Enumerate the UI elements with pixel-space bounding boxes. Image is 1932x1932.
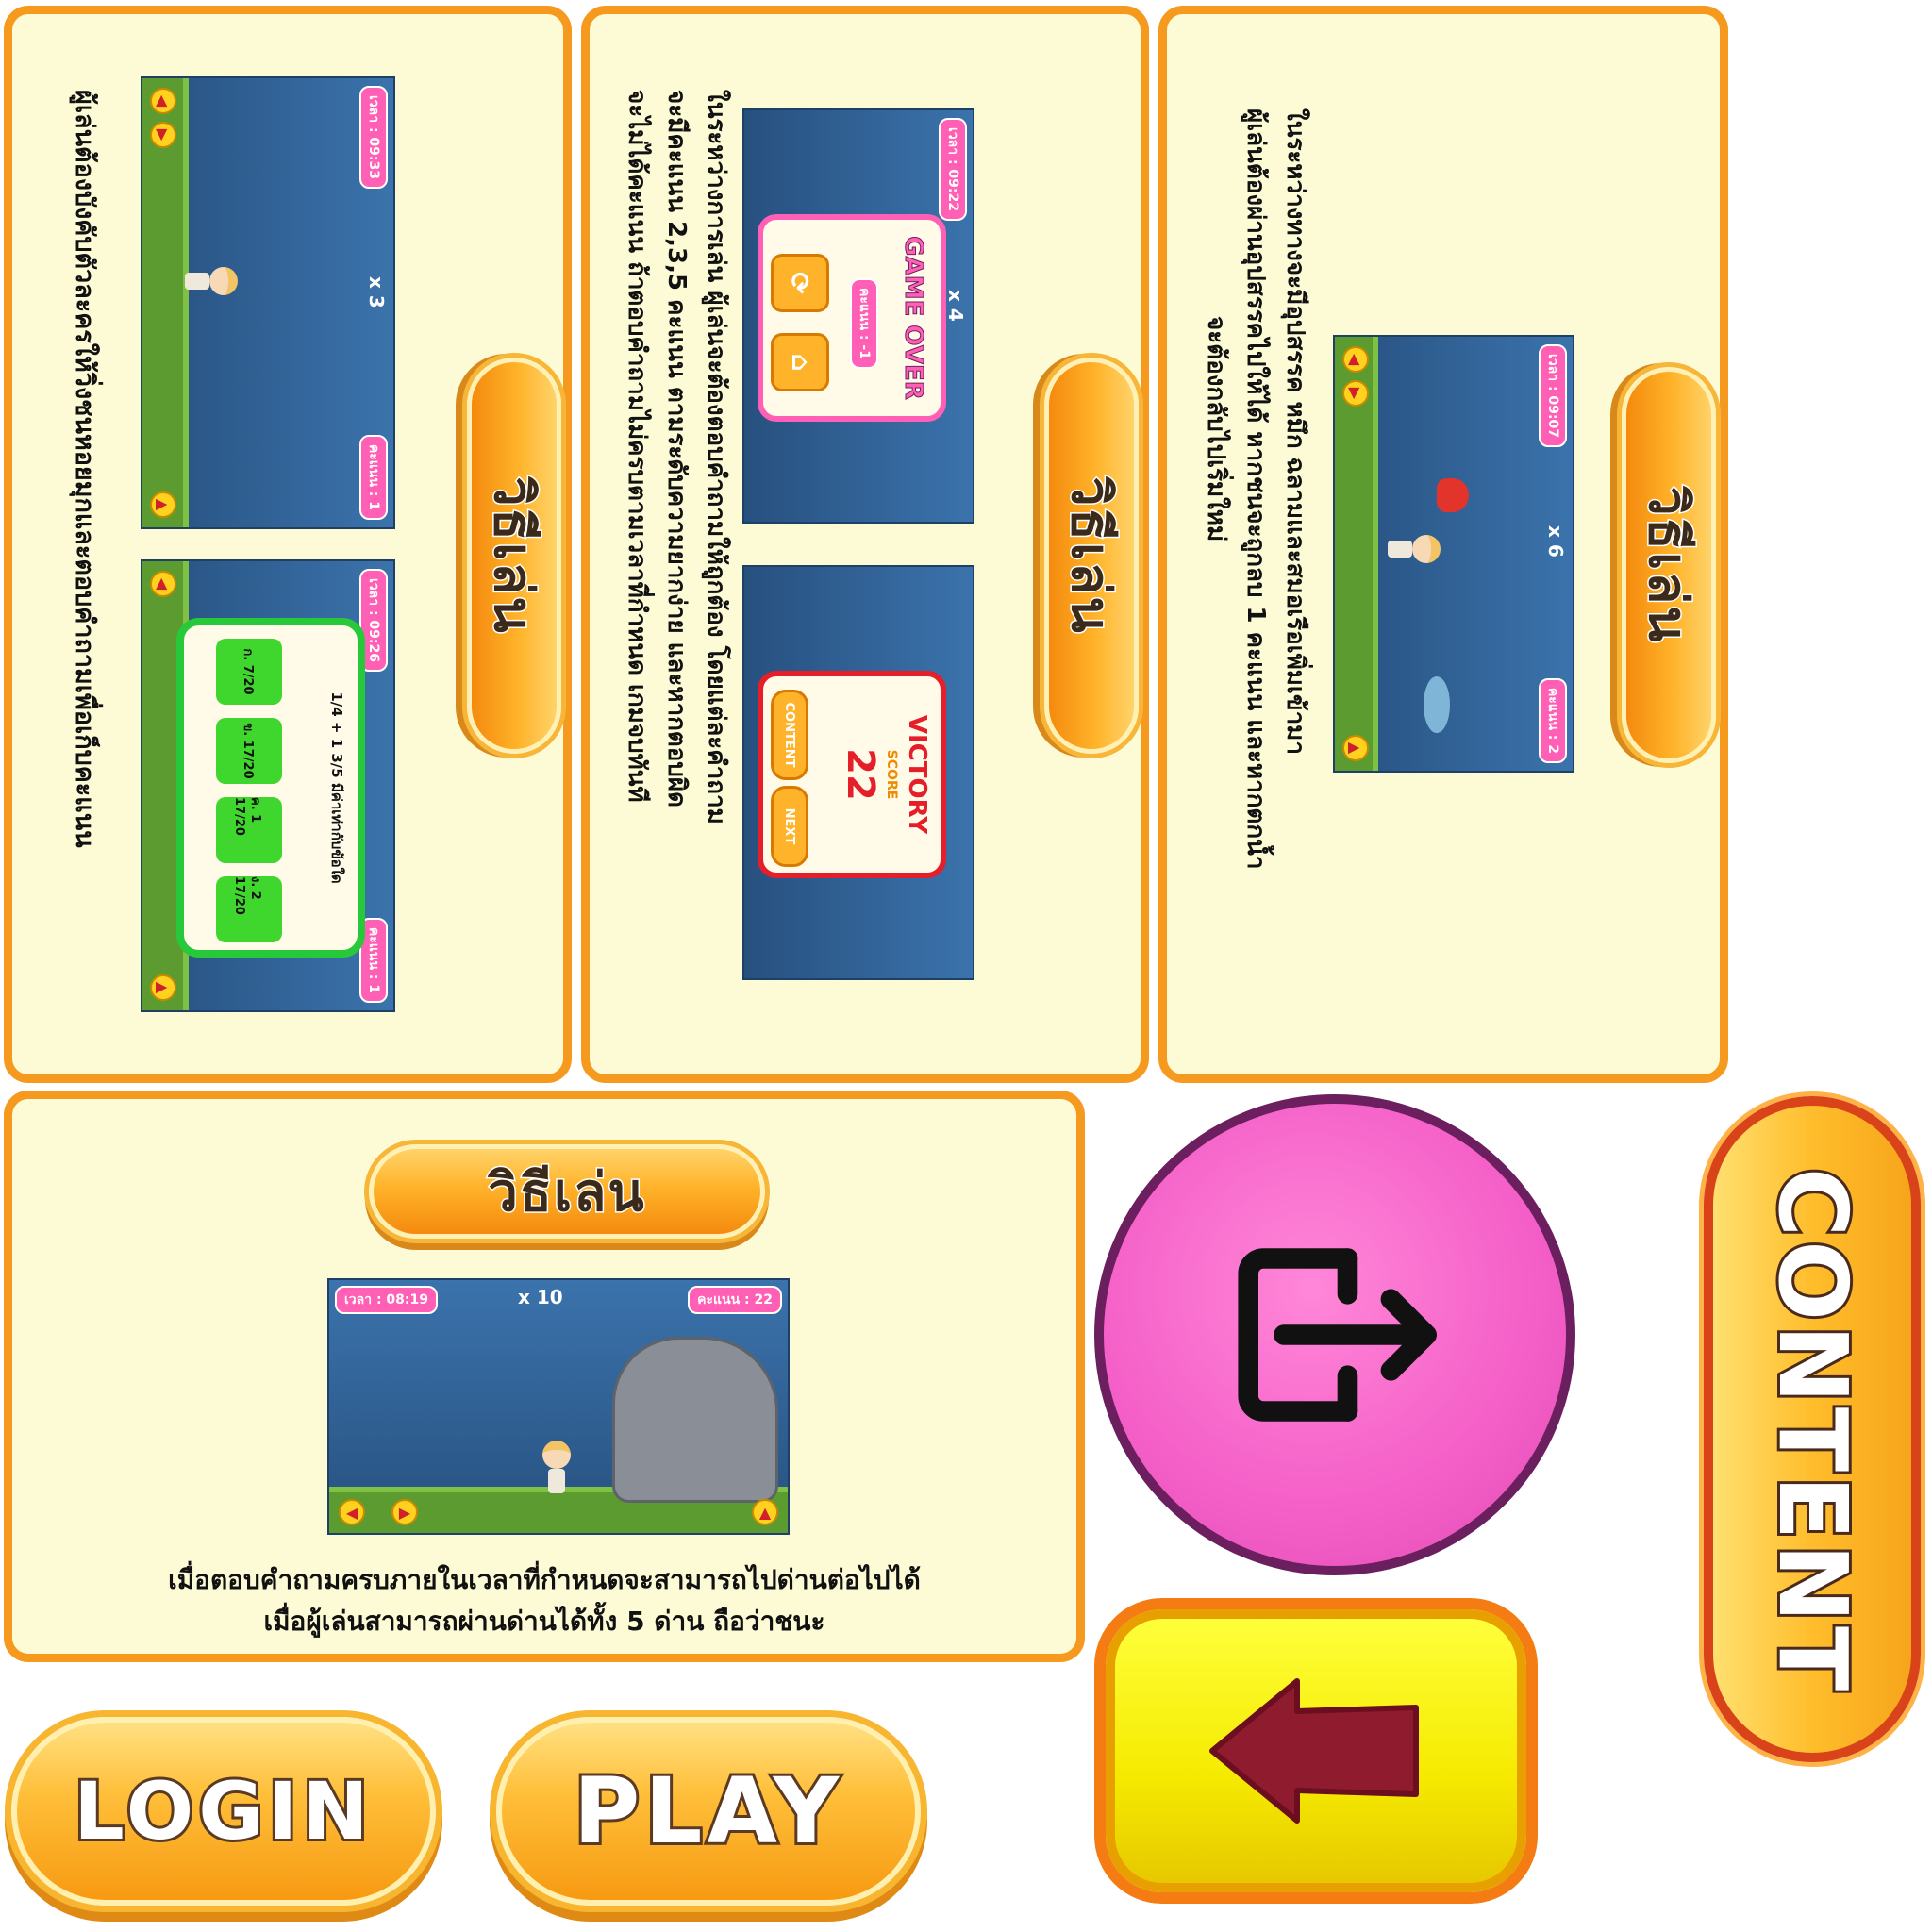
how-to-play-title-1: วิธีเล่น bbox=[467, 358, 561, 754]
victory-dialog: VICTORY SCORE 22 CONTENT NEXT bbox=[758, 671, 946, 878]
panel-2-line-2: จะมีคะแนน 2,3,5 คะแนน ตามระดับความยากง่า… bbox=[662, 90, 691, 808]
question-box: 1/4 + 1 3/5 มีค่าเท่ากับข้อใด ก. 7/20 ข.… bbox=[176, 618, 365, 958]
right-arrow-icon[interactable]: ▶ bbox=[150, 122, 176, 148]
instruction-panel-1: ผู้เล่นต้องบังคับตัวละครให้วิ่งชนหอยมุกแ… bbox=[4, 6, 572, 1083]
left-arrow-icon[interactable]: ◀ bbox=[1342, 346, 1369, 373]
home-icon[interactable]: ⌂ bbox=[771, 333, 829, 391]
victory-title: VICTORY bbox=[903, 714, 931, 835]
how-to-play-title-3: วิธีเล่น bbox=[1622, 367, 1716, 763]
time-badge: เวลา : 09:22 bbox=[939, 118, 967, 221]
panel-1-text: ผู้เล่นต้องบังคับตัวละครให้วิ่งชนหอยมุกแ… bbox=[70, 90, 99, 848]
panel-1-content: ผู้เล่นต้องบังคับตัวละครให้วิ่งชนหอยมุกแ… bbox=[12, 14, 563, 1074]
panel-3-line-1: ในระหว่างทางจะมีอุปสรรค หมึก ฉลามและสมอเ… bbox=[1281, 108, 1309, 755]
victory-next-button[interactable]: NEXT bbox=[771, 786, 808, 867]
panel-2-screenshot-gameover: เวลา : 09:22 x 4 GAME OVER คะแนน : -1 ⟳ … bbox=[742, 108, 974, 524]
choice-a[interactable]: ก. 7/20 bbox=[216, 639, 282, 705]
pearl-counter: x 3 bbox=[365, 276, 388, 308]
choice-b[interactable]: ข. 17/20 bbox=[216, 718, 282, 784]
jump-arrow-icon[interactable]: ▲ bbox=[752, 1499, 778, 1525]
how-to-play-title-4: วิธีเล่น bbox=[369, 1144, 765, 1239]
time-badge: เวลา : 09:33 bbox=[359, 86, 388, 189]
shark-enemy bbox=[1424, 676, 1450, 733]
panel-4-line-1: เมื่อตอบคำถามครบภายในเวลาที่กำหนดจะสามาร… bbox=[168, 1564, 921, 1595]
octopus-enemy bbox=[1437, 478, 1469, 512]
content-button-label-wrap: CONTENT bbox=[1751, 1098, 1874, 1764]
jump-arrow-icon[interactable]: ▲ bbox=[1342, 735, 1369, 761]
jump-arrow-icon[interactable]: ▲ bbox=[150, 491, 176, 518]
pearl-counter: x 10 bbox=[518, 1286, 563, 1308]
panel-2-content: ในระหว่างการเล่น ผู้เล่นจะต้องตอบคำถามให… bbox=[590, 14, 1141, 1074]
victory-score: 22 bbox=[839, 748, 882, 801]
how-to-play-title-2: วิธีเล่น bbox=[1044, 358, 1139, 754]
player-character bbox=[185, 267, 238, 295]
score-badge: คะแนน : 1 bbox=[359, 434, 388, 520]
question-text: 1/4 + 1 3/5 มีค่าเท่ากับข้อใด bbox=[328, 691, 345, 884]
panel-3-content: ในระหว่างทางจะมีอุปสรรค หมึก ฉลามและสมอเ… bbox=[1167, 14, 1718, 1074]
back-button[interactable] bbox=[1106, 1609, 1526, 1892]
panel-4-line-2: เมื่อผู้เล่นสามารถผ่านด่านได้ทั้ง 5 ด่าน… bbox=[263, 1606, 825, 1637]
instruction-panel-4: วิธีเล่น เวลา : 08:19 x 10 คะแนน : 22 ◀ … bbox=[4, 1091, 1085, 1662]
left-arrow-icon[interactable]: ◀ bbox=[339, 1499, 365, 1525]
content-button[interactable]: CONTENT bbox=[1704, 1096, 1921, 1762]
instruction-panel-2: ในระหว่างการเล่น ผู้เล่นจะต้องตอบคำถามให… bbox=[581, 6, 1149, 1083]
content-button-label: CONTENT bbox=[1755, 1165, 1871, 1698]
gameover-score: คะแนน : -1 bbox=[850, 278, 878, 369]
victory-score-label: SCORE bbox=[884, 749, 899, 800]
pearl-counter: x 6 bbox=[1544, 525, 1567, 558]
time-badge: เวลา : 08:19 bbox=[335, 1286, 438, 1314]
panel-2-line-3: จะไม่ได้คะแนน ถ้าตอบคำถามไม่ครบตามเวลาที… bbox=[623, 90, 651, 803]
exit-door-icon bbox=[1238, 1248, 1437, 1422]
panel-4-screenshot: เวลา : 08:19 x 10 คะแนน : 22 ◀ ▶ ▲ bbox=[327, 1278, 790, 1535]
left-arrow-icon[interactable]: ◀ bbox=[150, 571, 176, 597]
score-badge: คะแนน : 2 bbox=[1539, 677, 1567, 763]
panel-2-screenshot-victory: VICTORY SCORE 22 CONTENT NEXT bbox=[742, 565, 974, 980]
back-arrow-icon bbox=[1209, 1678, 1419, 1824]
right-arrow-icon[interactable]: ▶ bbox=[391, 1499, 418, 1525]
victory-content-button[interactable]: CONTENT bbox=[771, 690, 808, 780]
time-badge: เวลา : 09:07 bbox=[1539, 344, 1567, 447]
select-player-title: SELECT PLAYER bbox=[1917, 63, 1932, 906]
gameover-dialog: GAME OVER คะแนน : -1 ⟳ ⌂ bbox=[758, 214, 946, 422]
choice-c[interactable]: ค. 1 17/20 bbox=[216, 797, 282, 863]
panel-3-line-3: จะต้องกลับไปเริ่มใหม่ bbox=[1202, 316, 1230, 542]
select-player-title-wrap: SELECT PLAYER bbox=[1915, 13, 1932, 957]
player-character bbox=[542, 1441, 571, 1493]
player-character bbox=[1388, 535, 1441, 563]
gameover-title: GAME OVER bbox=[899, 236, 928, 400]
score-badge: คะแนน : 22 bbox=[688, 1286, 782, 1314]
panel-3-line-2: ผู้เล่นต้องผ่านอุปสรรคไปให้ได้ หากชนจะถู… bbox=[1241, 108, 1270, 870]
panel-1-screenshot-top: เวลา : 09:33 x 3 คะแนน : 1 ◀ ▶ ▲ bbox=[141, 76, 395, 529]
panel-2-line-1: ในระหว่างการเล่น ผู้เล่นจะต้องตอบคำถามให… bbox=[702, 90, 730, 824]
right-arrow-icon[interactable]: ▶ bbox=[1342, 380, 1369, 407]
pearl-counter: x 4 bbox=[944, 290, 967, 322]
login-button[interactable]: LOGIN bbox=[11, 1717, 436, 1906]
panel-1-screenshot-bottom: เวลา : 09:26 คะแนน : 1 1/4 + 1 3/5 มีค่า… bbox=[141, 559, 395, 1012]
retry-icon[interactable]: ⟳ bbox=[771, 254, 829, 312]
cave-rock bbox=[612, 1337, 778, 1503]
panel-3-screenshot: เวลา : 09:07 x 6 คะแนน : 2 ◀ ▶ ▲ bbox=[1333, 335, 1574, 773]
instruction-panel-3: ในระหว่างทางจะมีอุปสรรค หมึก ฉลามและสมอเ… bbox=[1158, 6, 1728, 1083]
play-button[interactable]: PLAY bbox=[496, 1717, 921, 1906]
left-arrow-icon[interactable]: ◀ bbox=[150, 88, 176, 114]
exit-button[interactable] bbox=[1094, 1094, 1575, 1575]
jump-arrow-icon[interactable]: ▲ bbox=[150, 974, 176, 1001]
choice-d[interactable]: ง. 2 17/20 bbox=[216, 876, 282, 942]
